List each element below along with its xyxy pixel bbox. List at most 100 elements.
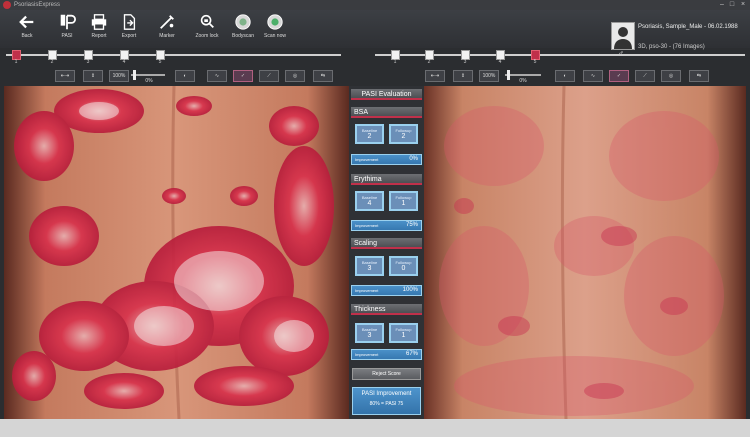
improvement-value: 75% [405, 222, 418, 228]
timeline-right[interactable]: 1 2 3 4 5 [375, 48, 745, 65]
scan-now-button[interactable]: Scan now [258, 13, 292, 47]
scan-now-label: Scan now [264, 33, 286, 39]
close-icon[interactable]: × [739, 1, 747, 8]
fit-vertical-button[interactable]: ⇕ [83, 70, 103, 82]
section-header-scaling: Scaling [351, 238, 422, 249]
improvement-label: Improvement [355, 352, 379, 357]
improvement-value: 100% [402, 287, 418, 293]
baseline-value: 3 [367, 332, 372, 339]
bsa-baseline-box[interactable]: Baseline 2 [355, 124, 384, 144]
followup-skin-image [424, 86, 746, 419]
tool-flip-button[interactable]: ⇆ [689, 70, 709, 82]
bodyscan-label: Bodyscan [232, 33, 254, 39]
baseline-value: 2 [367, 133, 372, 140]
marker-label: Marker [159, 33, 175, 39]
export-button[interactable]: Export [112, 13, 146, 47]
fit-vertical-button[interactable]: ⇕ [453, 70, 473, 82]
bsa-followup-box[interactable]: Followup 2 [389, 124, 418, 144]
zoom-lock-icon [200, 14, 214, 29]
improvement-label: Improvement [355, 223, 379, 228]
bsa-improvement: Improvement 0% [351, 154, 422, 165]
tool-flip-button[interactable]: ⇆ [313, 70, 333, 82]
marker-icon [160, 15, 174, 29]
back-arrow-icon [19, 15, 34, 29]
pasi-improvement-result: PASI Improvement 80% = PASI 75 [352, 387, 421, 415]
timeline-label: 3 [463, 59, 467, 65]
avatar [611, 22, 635, 50]
timeline-label: 1 [14, 59, 18, 65]
tool-marker-button[interactable]: ✓ [233, 70, 253, 82]
timeline-label: 4 [498, 59, 502, 65]
tool-reference-button[interactable]: ◎ [661, 70, 681, 82]
pasi-improvement-title: PASI Improvement [361, 391, 412, 397]
pasi-label: PASI [61, 33, 73, 39]
section-header-bsa: BSA [351, 107, 422, 118]
reject-score-button[interactable]: Reject Score [352, 368, 421, 380]
tool-pen-button[interactable]: ⟋ [259, 70, 279, 82]
minimize-icon[interactable]: – [718, 1, 726, 8]
timeline-label: 5 [533, 59, 537, 65]
brightness-value: 0% [145, 78, 153, 84]
followup-value: 2 [401, 133, 406, 140]
timeline-label: 5 [158, 59, 162, 65]
followup-value: 1 [401, 332, 406, 339]
slider-handle[interactable] [507, 70, 510, 80]
baseline-back-image[interactable] [4, 86, 349, 419]
scan-now-icon [267, 14, 283, 30]
export-icon [123, 14, 136, 30]
zoom-lock-button[interactable]: Zoom lock [190, 13, 224, 47]
baseline-skin-image [4, 86, 349, 419]
timeline-label: 2 [427, 59, 431, 65]
fit-horizontal-button[interactable]: ⇤⇥ [425, 70, 445, 82]
erythima-followup-box[interactable]: Followup 1 [389, 191, 418, 211]
pasi-title: PASI Evaluation [351, 89, 422, 100]
followup-value: 1 [401, 200, 406, 207]
zoom-value[interactable]: 100% [479, 70, 499, 82]
tool-reference-button[interactable]: ◎ [285, 70, 305, 82]
report-label: Report [91, 33, 107, 39]
app-logo-icon [3, 1, 11, 9]
main-toolbar: Back PASI Report Export Marker Zoom lock… [0, 10, 750, 58]
patient-name: Psoriasis, Sample_Male - 06.02.1988 [638, 24, 738, 30]
scaling-followup-box[interactable]: Followup 0 [389, 256, 418, 276]
improvement-label: Improvement [355, 288, 379, 293]
section-header-erythima: Erythima [351, 174, 422, 185]
tool-pen-button[interactable]: ⟋ [635, 70, 655, 82]
report-button[interactable]: Report [82, 13, 116, 47]
thickness-baseline-box[interactable]: Baseline 3 [355, 323, 384, 343]
avatar-silhouette-icon [614, 27, 632, 49]
timeline-left[interactable]: 1 2 3 4 5 [6, 48, 341, 65]
back-button[interactable]: Back [10, 13, 44, 47]
improvement-label: Improvement [355, 157, 379, 162]
bodyscan-button[interactable]: Bodyscan [226, 13, 260, 47]
timeline-label: 2 [50, 59, 54, 65]
slider-handle[interactable] [133, 70, 136, 80]
pasi-button[interactable]: PASI [50, 13, 84, 47]
scaling-improvement: Improvement 100% [351, 285, 422, 296]
tool-curve-button[interactable]: ∿ [583, 70, 603, 82]
printer-icon [91, 14, 107, 30]
erythima-improvement: Improvement 75% [351, 220, 422, 231]
contrast-button[interactable]: ◐ [555, 70, 575, 82]
scaling-baseline-box[interactable]: Baseline 3 [355, 256, 384, 276]
followup-value: 0 [401, 265, 406, 272]
view-tools-left: ⇤⇥ ⇕ 100% 0% ◐ ∿ ✓ ⟋ ◎ ⇆ [55, 70, 345, 84]
thickness-followup-box[interactable]: Followup 1 [389, 323, 418, 343]
thickness-improvement: Improvement 67% [351, 349, 422, 360]
fit-horizontal-button[interactable]: ⇤⇥ [55, 70, 75, 82]
marker-button[interactable]: Marker [150, 13, 184, 47]
tool-marker-button[interactable]: ✓ [609, 70, 629, 82]
improvement-value: 67% [405, 351, 418, 357]
baseline-value: 4 [367, 200, 372, 207]
maximize-icon[interactable]: □ [728, 1, 736, 8]
contrast-button[interactable]: ◐ [175, 70, 195, 82]
pasi-improvement-value: 80% = PASI 75 [369, 401, 404, 407]
bodyscan-icon [235, 14, 251, 30]
erythima-baseline-box[interactable]: Baseline 4 [355, 191, 384, 211]
zoom-value[interactable]: 100% [109, 70, 129, 82]
baseline-value: 3 [367, 265, 372, 272]
brightness-value: 0% [519, 78, 527, 84]
pasi-evaluation-panel: PASI Evaluation BSA Baseline 2 Followup … [349, 86, 424, 419]
followup-back-image[interactable] [424, 86, 746, 419]
tool-curve-button[interactable]: ∿ [207, 70, 227, 82]
